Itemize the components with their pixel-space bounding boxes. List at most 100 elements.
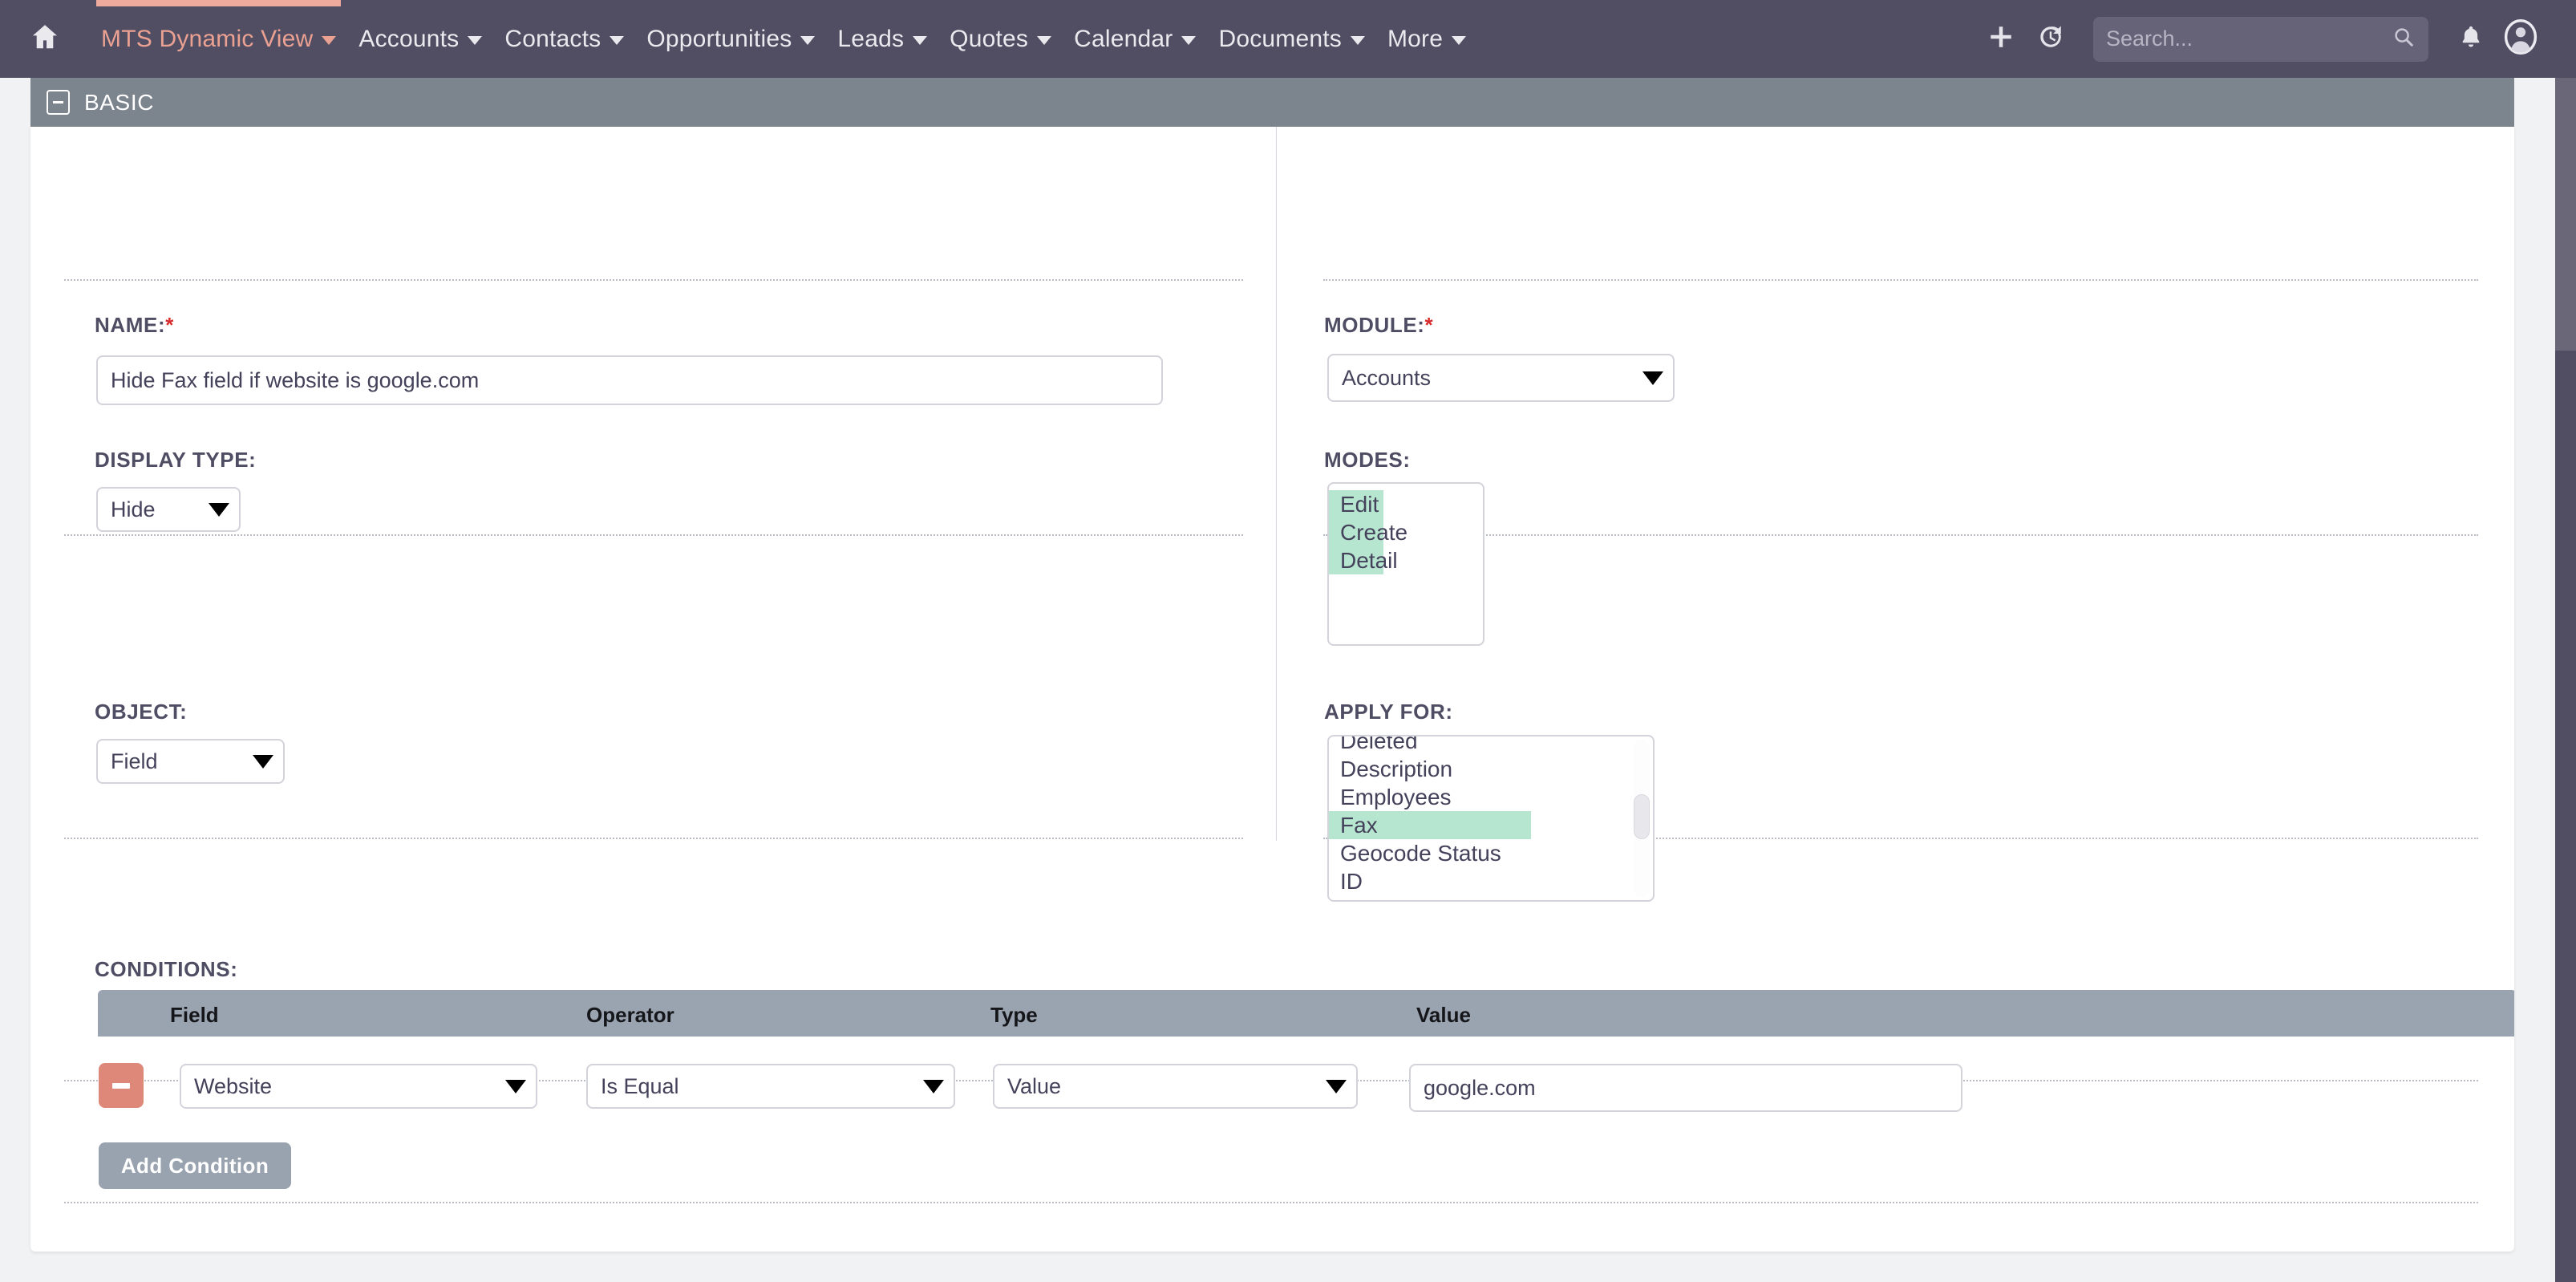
conditions-label: CONDITIONS: [95, 957, 238, 981]
listbox-scrollbar-track[interactable] [1634, 740, 1650, 897]
chevron-down-icon [610, 36, 625, 45]
object-select-value: Field [111, 749, 158, 773]
nav-item-label: Calendar [1074, 25, 1173, 52]
object-select[interactable]: Field [96, 739, 285, 784]
apply-for-listbox[interactable]: Deleted Description Employees Fax Geocod… [1327, 735, 1655, 902]
nav-item-accounts[interactable]: Accounts [347, 0, 493, 78]
chevron-down-icon [1642, 371, 1663, 385]
display-type-select[interactable]: Hide [96, 487, 241, 532]
home-icon [30, 22, 60, 56]
apply-for-option[interactable]: Deleted [1329, 736, 1653, 755]
panel-title: BASIC [84, 89, 155, 115]
conditions-table-header: Field Operator Type Value [98, 990, 2514, 1037]
nav-item-label: Accounts [358, 25, 460, 52]
form-panel: NAME:* MODULE:* Accounts DISPLAY TYPE: H… [30, 127, 2514, 1252]
notifications-button[interactable] [2446, 0, 2496, 78]
condition-value-input[interactable] [1409, 1064, 1962, 1112]
nav-item-quotes[interactable]: Quotes [938, 0, 1063, 78]
nav-item-label: MTS Dynamic View [101, 25, 314, 52]
display-type-label: DISPLAY TYPE: [95, 448, 257, 472]
required-asterisk: * [165, 313, 174, 337]
condition-operator-value: Is Equal [601, 1073, 679, 1098]
chevron-down-icon [913, 36, 928, 45]
row-divider [64, 279, 1243, 281]
row-divider [1323, 279, 2478, 281]
name-input[interactable] [96, 355, 1163, 405]
nav-item-label: Opportunities [646, 25, 792, 52]
nav-item-more[interactable]: More [1376, 0, 1477, 78]
module-label: MODULE:* [1324, 313, 1433, 338]
page-scrollbar-thumb-upper[interactable] [2555, 78, 2576, 351]
chevron-down-icon [1350, 36, 1365, 45]
row-divider [1323, 534, 2478, 536]
modes-option[interactable]: Detail [1329, 546, 1398, 574]
search-icon[interactable] [2392, 25, 2416, 53]
nav-item-label: Documents [1218, 25, 1342, 52]
recent-history-button[interactable] [2026, 0, 2076, 78]
column-header-operator: Operator [586, 1003, 674, 1027]
modes-listbox[interactable]: Edit Create Detail [1327, 482, 1484, 646]
remove-condition-button[interactable] [99, 1063, 144, 1108]
object-label: OBJECT: [95, 700, 188, 724]
nav-item-label: Leads [837, 25, 905, 52]
nav-item-documents[interactable]: Documents [1207, 0, 1376, 78]
row-divider [64, 1202, 2478, 1203]
module-select-value: Accounts [1342, 365, 1432, 390]
chevron-down-icon [322, 36, 337, 45]
apply-for-option[interactable]: Employees [1329, 783, 1653, 811]
apply-for-option[interactable]: Industry [1329, 895, 1653, 900]
row-divider [64, 838, 1243, 839]
listbox-scrollbar-thumb[interactable] [1634, 794, 1650, 839]
user-avatar-icon [2502, 18, 2539, 59]
page-scrollbar-thumb[interactable] [2555, 351, 2576, 1282]
column-header-field: Field [170, 1003, 219, 1027]
chevron-down-icon [253, 754, 273, 769]
chevron-down-icon [468, 36, 483, 45]
nav-item-calendar[interactable]: Calendar [1063, 0, 1207, 78]
minus-icon [112, 1082, 130, 1089]
nav-item-leads[interactable]: Leads [826, 0, 938, 78]
column-divider [1276, 127, 1277, 841]
nav-item-label: More [1387, 25, 1444, 52]
collapse-panel-button[interactable] [47, 90, 70, 115]
user-profile-button[interactable] [2496, 0, 2546, 78]
plus-icon [1987, 23, 2015, 55]
nav-item-contacts[interactable]: Contacts [493, 0, 635, 78]
row-divider [64, 534, 1243, 536]
module-select[interactable]: Accounts [1327, 354, 1675, 402]
chevron-down-icon [505, 1079, 526, 1093]
name-label: NAME:* [95, 313, 174, 338]
add-record-button[interactable] [1976, 0, 2026, 78]
nav-item-mts-dynamic-view[interactable]: MTS Dynamic View [90, 0, 347, 78]
chevron-down-icon [923, 1079, 944, 1093]
apply-for-option[interactable]: ID [1329, 867, 1653, 895]
search-box[interactable] [2093, 16, 2428, 62]
condition-field-select[interactable]: Website [180, 1064, 537, 1109]
search-input[interactable] [2106, 26, 2392, 51]
display-type-select-value: Hide [111, 497, 156, 521]
nav-item-label: Contacts [504, 25, 601, 52]
modes-option[interactable]: Edit [1329, 490, 1383, 518]
apply-for-option[interactable]: Geocode Status [1329, 839, 1653, 867]
modes-label: MODES: [1324, 448, 1411, 472]
top-navbar: MTS Dynamic View Accounts Contacts Oppor… [0, 0, 2576, 78]
nav-item-label: Quotes [950, 25, 1029, 52]
condition-operator-select[interactable]: Is Equal [586, 1064, 955, 1109]
condition-field-value: Website [194, 1073, 273, 1098]
chevron-down-icon [1037, 36, 1052, 45]
modes-option[interactable]: Create [1329, 518, 1407, 546]
apply-for-option[interactable]: Description [1329, 755, 1653, 783]
add-condition-button[interactable]: Add Condition [99, 1142, 291, 1189]
apply-for-option[interactable]: Fax [1329, 811, 1531, 839]
home-button[interactable] [0, 0, 90, 78]
chevron-down-icon [800, 36, 816, 45]
page-scrollbar-track[interactable] [2555, 78, 2576, 1282]
chevron-down-icon [1181, 36, 1197, 45]
column-header-type: Type [990, 1003, 1038, 1027]
history-clock-icon [2037, 23, 2064, 55]
condition-type-select[interactable]: Value [993, 1064, 1358, 1109]
navbar-menu: MTS Dynamic View Accounts Contacts Oppor… [0, 0, 1477, 78]
required-asterisk: * [1424, 313, 1434, 337]
chevron-down-icon [209, 502, 229, 517]
nav-item-opportunities[interactable]: Opportunities [635, 0, 826, 78]
